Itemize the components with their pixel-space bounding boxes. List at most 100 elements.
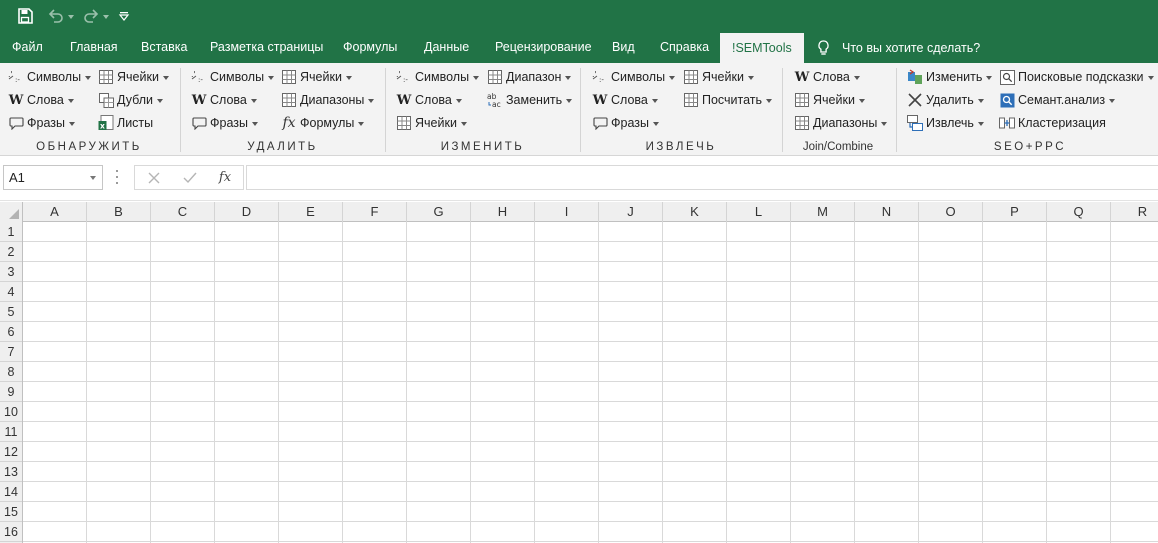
customize-qat-icon[interactable] <box>118 6 130 26</box>
detect-symbols-button[interactable]: .':- Символы <box>8 67 92 87</box>
join-words-button[interactable]: W Слова <box>794 67 860 87</box>
row-header-1[interactable]: 1 <box>0 222 22 242</box>
remove-symbols-button[interactable]: .':- Символы <box>191 67 275 87</box>
row-header-9[interactable]: 9 <box>0 382 22 402</box>
row-header-8[interactable]: 8 <box>0 362 22 382</box>
row-header-2[interactable]: 2 <box>0 242 22 262</box>
column-header-r[interactable]: R <box>1111 202 1158 222</box>
column-header-q[interactable]: Q <box>1047 202 1111 222</box>
extract-symbols-button[interactable]: .':- Символы <box>592 67 676 87</box>
tab-review[interactable]: Рецензирование <box>495 32 592 63</box>
column-header-j[interactable]: J <box>599 202 663 222</box>
join-cells-button[interactable]: Ячейки <box>794 90 865 110</box>
button-label: Ячейки <box>415 116 457 130</box>
cancel-icon[interactable] <box>138 166 170 189</box>
extract-phrases-button[interactable]: Фразы <box>592 113 659 133</box>
column-header-g[interactable]: G <box>407 202 471 222</box>
row-header-13[interactable]: 13 <box>0 462 22 482</box>
column-header-k[interactable]: K <box>663 202 727 222</box>
row-header-4[interactable]: 4 <box>0 282 22 302</box>
tab-help[interactable]: Справка <box>660 32 709 63</box>
extract-cells-button[interactable]: Ячейки <box>683 67 754 87</box>
join-ranges-button[interactable]: Диапазоны <box>794 113 888 133</box>
seo-change-button[interactable]: Изменить <box>907 67 993 87</box>
column-headers: A B C D E F G H I J K L M N O P Q R <box>0 202 1158 222</box>
tab-view[interactable]: Вид <box>612 32 635 63</box>
detect-words-button[interactable]: W Слова <box>8 90 74 110</box>
row-header-7[interactable]: 7 <box>0 342 22 362</box>
formula-input[interactable] <box>246 165 1158 190</box>
remove-ranges-button[interactable]: Диапазоны <box>281 90 375 110</box>
insert-function-icon[interactable]: fx <box>209 166 241 189</box>
seo-extract-button[interactable]: Извлечь <box>907 113 984 133</box>
detect-duplicates-button[interactable]: Дубли <box>98 90 164 110</box>
tab-file[interactable]: Файл <box>12 32 43 63</box>
enter-icon[interactable] <box>174 166 206 189</box>
row-headers: 1 2 3 4 5 6 7 8 9 10 11 12 13 14 15 16 <box>0 222 23 543</box>
remove-phrases-button[interactable]: Фразы <box>191 113 258 133</box>
tab-insert[interactable]: Вставка <box>141 32 187 63</box>
column-header-c[interactable]: C <box>151 202 215 222</box>
row-header-6[interactable]: 6 <box>0 322 22 342</box>
replace-button[interactable]: ab ac Заменить <box>487 90 573 110</box>
tab-home[interactable]: Главная <box>70 32 118 63</box>
select-all-button[interactable] <box>0 202 23 222</box>
ribbon: .':- Символы W Слова Фразы Ячейки Дубли … <box>0 63 1158 156</box>
fx-label: fx <box>218 170 232 185</box>
column-header-d[interactable]: D <box>215 202 279 222</box>
column-header-b[interactable]: B <box>87 202 151 222</box>
name-box[interactable]: A1 <box>3 165 103 190</box>
row-header-16[interactable]: 16 <box>0 522 22 542</box>
row-header-10[interactable]: 10 <box>0 402 22 422</box>
change-cells-button[interactable]: Ячейки <box>396 113 467 133</box>
cell-area[interactable] <box>23 222 1158 543</box>
row-header-5[interactable]: 5 <box>0 302 22 322</box>
redo-icon[interactable] <box>83 6 109 26</box>
button-label: Посчитать <box>702 93 763 107</box>
search-suggestions-button[interactable]: Поисковые подсказки <box>999 67 1154 87</box>
change-words-button[interactable]: W Слова <box>396 90 462 110</box>
tab-data[interactable]: Данные <box>424 32 469 63</box>
tab-page-layout[interactable]: Разметка страницы <box>210 32 323 63</box>
clustering-button[interactable]: Кластеризация <box>999 113 1106 133</box>
column-header-m[interactable]: M <box>791 202 855 222</box>
column-header-p[interactable]: P <box>983 202 1047 222</box>
column-header-o[interactable]: O <box>919 202 983 222</box>
semantic-analysis-button[interactable]: Семант.анализ <box>999 90 1116 110</box>
row-header-12[interactable]: 12 <box>0 442 22 462</box>
extract-words-button[interactable]: W Слова <box>592 90 658 110</box>
row-header-3[interactable]: 3 <box>0 262 22 282</box>
column-header-l[interactable]: L <box>727 202 791 222</box>
detect-cells-button[interactable]: Ячейки <box>98 67 169 87</box>
change-symbols-button[interactable]: .':- Символы <box>396 67 480 87</box>
button-label: Диапазоны <box>300 93 365 107</box>
save-icon[interactable] <box>17 6 33 26</box>
undo-icon[interactable] <box>48 6 74 26</box>
column-header-n[interactable]: N <box>855 202 919 222</box>
remove-words-button[interactable]: W Слова <box>191 90 257 110</box>
formula-bar: A1 fx <box>0 157 1158 201</box>
count-button[interactable]: Посчитать <box>683 90 773 110</box>
row-header-15[interactable]: 15 <box>0 502 22 522</box>
detect-sheets-button[interactable]: x Листы <box>98 113 153 133</box>
row-header-11[interactable]: 11 <box>0 422 22 442</box>
button-label: Дубли <box>117 93 154 107</box>
column-header-i[interactable]: I <box>535 202 599 222</box>
tab-formulas[interactable]: Формулы <box>343 32 397 63</box>
row-header-14[interactable]: 14 <box>0 482 22 502</box>
remove-formulas-button[interactable]: fx Формулы <box>281 113 365 133</box>
seo-remove-button[interactable]: Удалить <box>907 90 984 110</box>
formula-bar-resize-handle[interactable] <box>115 170 119 184</box>
speech-bubble-icon <box>8 115 24 131</box>
extract-icon <box>907 115 923 131</box>
group-label-change: ИЗМЕНИТЬ <box>440 141 525 153</box>
change-range-button[interactable]: Диапазон <box>487 67 572 87</box>
column-header-a[interactable]: A <box>23 202 87 222</box>
column-header-e[interactable]: E <box>279 202 343 222</box>
detect-phrases-button[interactable]: Фразы <box>8 113 75 133</box>
remove-cells-button[interactable]: Ячейки <box>281 67 352 87</box>
tab-semtools[interactable]: !SEMTools <box>720 33 804 63</box>
tell-me-search[interactable]: Что вы хотите сделать? <box>817 32 980 63</box>
column-header-h[interactable]: H <box>471 202 535 222</box>
column-header-f[interactable]: F <box>343 202 407 222</box>
